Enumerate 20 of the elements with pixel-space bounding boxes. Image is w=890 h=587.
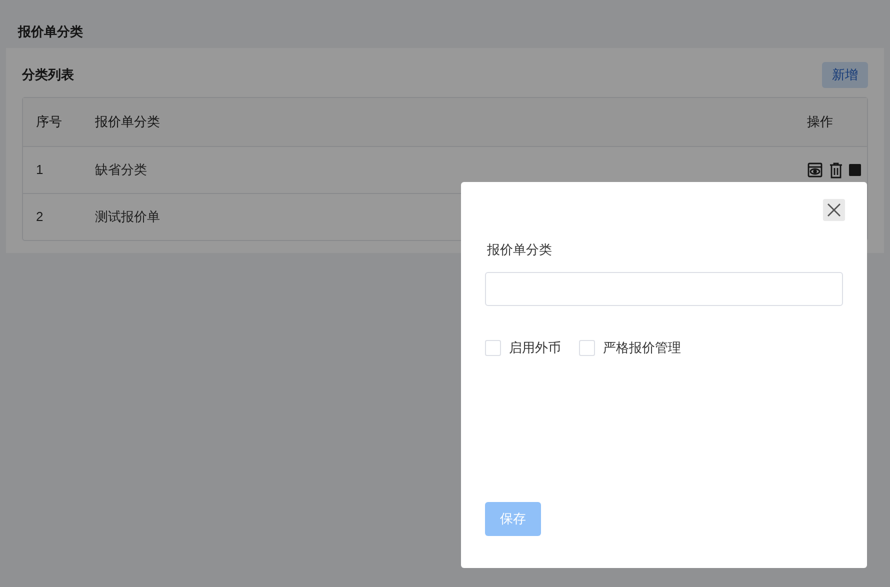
table-cell-text: 缺省分类 bbox=[95, 161, 148, 180]
checkbox[interactable]: 严格报价管理 bbox=[579, 338, 681, 358]
input-field[interactable] bbox=[485, 272, 843, 306]
eye-icon[interactable] bbox=[807, 162, 823, 178]
column-header: 报价单分类 bbox=[95, 113, 161, 132]
trash-icon[interactable] bbox=[829, 162, 843, 178]
checkbox-box[interactable] bbox=[579, 340, 595, 356]
close-icon bbox=[827, 203, 841, 217]
table-cell-text: 1 bbox=[36, 161, 44, 180]
checkbox-box[interactable] bbox=[485, 340, 501, 356]
page-title: 报价单分类 bbox=[18, 24, 83, 39]
stop-icon[interactable] bbox=[849, 164, 861, 176]
column-header: 序号 bbox=[36, 113, 63, 132]
field-label: 报价单分类 bbox=[486, 242, 552, 257]
table-cell-text: 测试报价单 bbox=[95, 208, 161, 226]
checkbox[interactable]: 启用外币 bbox=[485, 338, 561, 358]
close-button[interactable] bbox=[823, 199, 845, 221]
card-title: 分类列表 bbox=[22, 66, 74, 84]
table-cell-text: 2 bbox=[36, 208, 44, 226]
column-header: 操作 bbox=[807, 113, 834, 132]
